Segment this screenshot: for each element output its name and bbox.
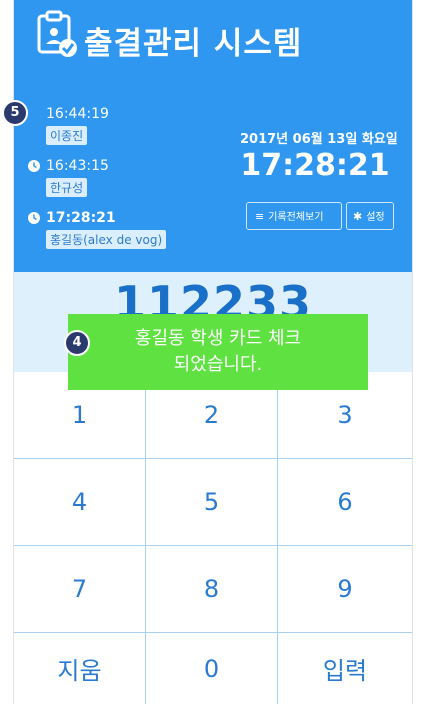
key-5[interactable]: 5: [146, 459, 278, 546]
clock-icon: [28, 160, 40, 172]
callout-badge-4: 4: [64, 330, 90, 356]
toast-line-1: 홍길동 학생 카드 체크: [134, 328, 302, 349]
current-date: 2017년 06월 13일 화요일: [240, 132, 398, 147]
clipboard-check-icon: [37, 10, 77, 57]
log-name: 홍길동(alex de vog): [46, 230, 167, 249]
toast-line-2: 되었습니다.: [173, 354, 263, 375]
key-6[interactable]: 6: [278, 459, 412, 546]
log-time: 17:28:21: [46, 210, 116, 226]
gear-icon: ✱: [353, 210, 363, 223]
settings-button[interactable]: ✱ 설정: [346, 202, 394, 230]
key-8[interactable]: 8: [146, 546, 278, 633]
log-time: 16:44:19: [46, 106, 109, 122]
app-title: 출결관리 시스템: [84, 26, 303, 62]
callout-badge-5: 5: [2, 100, 28, 126]
view-all-records-label: 기록전체보기: [268, 212, 324, 223]
view-all-records-button[interactable]: ≡ 기록전체보기: [246, 202, 342, 230]
current-time: 17:28:21: [240, 148, 390, 183]
list-icon: ≡: [255, 210, 265, 223]
key-4[interactable]: 4: [14, 459, 146, 546]
submit-button[interactable]: 입력: [278, 633, 412, 704]
key-7[interactable]: 7: [14, 546, 146, 633]
notification-toast: 홍길동 학생 카드 체크 되었습니다.: [68, 314, 368, 390]
log-time: 16:43:15: [46, 158, 109, 174]
keypad: 1 2 3 4 5 6 7 8 9 지움 0 입력: [14, 372, 412, 704]
key-9[interactable]: 9: [278, 546, 412, 633]
key-0[interactable]: 0: [146, 633, 278, 704]
header: 출결관리 시스템 16:44:19 이종진 16:43:15 한규성 17:28…: [14, 0, 412, 272]
log-name: 이종진: [46, 126, 88, 145]
log-name: 한규성: [46, 178, 88, 197]
clear-button[interactable]: 지움: [14, 633, 146, 704]
clock-icon: [28, 212, 40, 224]
settings-label: 설정: [366, 212, 385, 223]
